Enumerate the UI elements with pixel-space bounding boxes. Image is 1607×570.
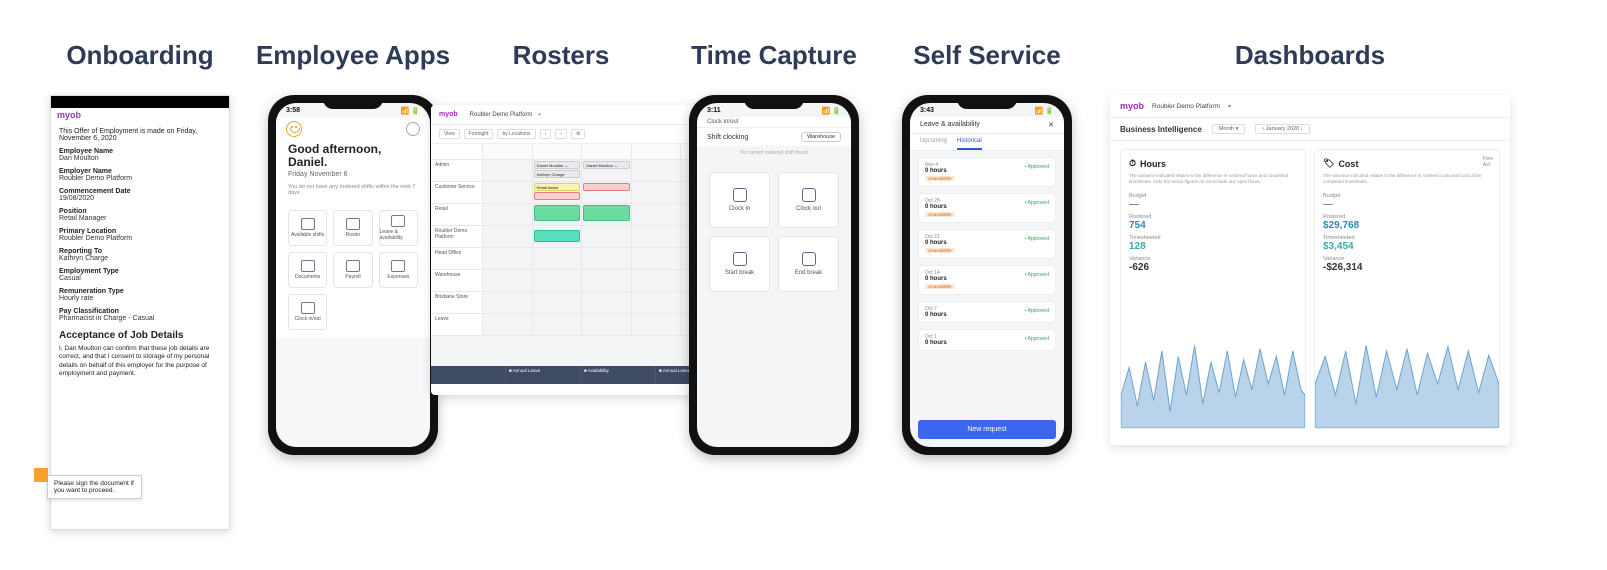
tab-upcoming[interactable]: Upcoming <box>920 134 947 150</box>
list-item[interactable]: Oct 10 hours• Approved <box>918 329 1056 351</box>
list-item[interactable]: Oct 210 hours• ApprovedUnavailable <box>918 229 1056 259</box>
list-item[interactable]: Nov 40 hours• ApprovedUnavailable <box>918 157 1056 187</box>
col-rosters-title: Rosters <box>513 40 610 71</box>
view-select[interactable]: View <box>439 129 460 139</box>
tile-available-shifts[interactable]: Available shifts <box>288 210 327 246</box>
expenses-icon <box>391 260 405 272</box>
tile-clock[interactable]: Clock in/out <box>288 294 327 330</box>
payroll-icon <box>346 260 360 272</box>
tile-leave[interactable]: Leave & availability <box>379 210 418 246</box>
period-select[interactable]: Month ▾ <box>1212 124 1246 134</box>
clock-out-button[interactable]: Clock out <box>778 172 839 228</box>
location-tag[interactable]: Warehouse <box>801 132 841 142</box>
filter-icon[interactable]: ⚙ <box>571 129 585 139</box>
hours-tile: ⏱Hours The variance indicated relates to… <box>1120 149 1306 429</box>
range-select[interactable]: Fortnight <box>464 129 494 139</box>
list-item[interactable]: Oct 140 hours• ApprovedUnavailable <box>918 265 1056 295</box>
myob-logo: myob <box>1120 101 1144 111</box>
tile-expenses[interactable]: Expenses <box>379 252 418 288</box>
signal-icon: 📶 🔋 <box>1035 107 1054 115</box>
col-time-title: Time Capture <box>691 40 857 71</box>
coffee-off-icon <box>802 252 816 266</box>
document-icon <box>301 260 315 272</box>
nav-prev[interactable]: ‹ <box>540 129 552 139</box>
time-phone: 3:11📶 🔋 Clock in/out Shift clockingWareh… <box>689 95 859 455</box>
onboard-intro: This Offer of Employment is made on Frid… <box>59 128 221 142</box>
signal-icon: 📶 🔋 <box>822 107 841 115</box>
start-break-button[interactable]: Start break <box>709 236 770 292</box>
nav-next[interactable]: › <box>555 129 567 139</box>
clock-in-button[interactable]: Clock in <box>709 172 770 228</box>
col-self-title: Self Service <box>913 40 1060 71</box>
cost-tile: ForeAct 🏷Cost The variance indicated rel… <box>1314 149 1500 429</box>
end-break-button[interactable]: End break <box>778 236 839 292</box>
login-icon <box>733 188 747 202</box>
tile-roster[interactable]: Roster <box>333 210 372 246</box>
rosters-card: myob Roubler Demo Platform▾ View Fortnig… <box>431 105 731 395</box>
calendar-icon <box>301 218 315 230</box>
list-item[interactable]: Oct 70 hours• Approved <box>918 301 1056 323</box>
new-request-button[interactable]: New request <box>918 420 1056 439</box>
cost-chart <box>1315 318 1499 428</box>
coffee-icon <box>733 252 747 266</box>
avatar-icon[interactable] <box>406 122 420 136</box>
myob-logo: myob <box>439 111 458 118</box>
col-onboarding-title: Onboarding <box>66 40 213 71</box>
signal-icon: 📶 🔋 <box>401 107 420 115</box>
sign-tooltip: Please sign the document if you want to … <box>47 475 142 499</box>
tile-payroll[interactable]: Payroll <box>333 252 372 288</box>
smile-icon <box>286 121 302 137</box>
hours-chart <box>1121 318 1305 428</box>
accept-heading: Acceptance of Job Details <box>59 330 221 341</box>
col-apps-title: Employee Apps <box>256 40 450 71</box>
accept-text: I, Dan Moulton can confirm that these jo… <box>59 345 221 379</box>
plane-icon <box>391 215 405 227</box>
onboarding-card: myob This Offer of Employment is made on… <box>50 95 230 530</box>
roster-icon <box>346 218 360 230</box>
close-icon[interactable]: ✕ <box>1048 121 1054 129</box>
self-phone: 3:43📶 🔋 Leave & availability✕ Upcoming H… <box>902 95 1072 455</box>
logout-icon <box>802 188 816 202</box>
tile-documents[interactable]: Documents <box>288 252 327 288</box>
tc-title: Shift clocking <box>707 134 748 141</box>
list-item[interactable]: Oct 280 hours• ApprovedUnavailable <box>918 193 1056 223</box>
myob-logo: myob <box>57 110 81 120</box>
dashboard-card: myob Roubler Demo Platform▾ Business Int… <box>1110 95 1510 445</box>
col-dash-title: Dashboards <box>1235 40 1385 71</box>
clock-icon: ⏱ <box>1129 158 1136 169</box>
apps-phone: 3:58📶 🔋 Good afternoon,Daniel. Friday No… <box>268 95 438 455</box>
tag-icon: 🏷 <box>1323 158 1334 169</box>
loc-select[interactable]: by Locations <box>497 129 535 139</box>
clock-icon <box>301 302 315 314</box>
period-nav[interactable]: ‹ January 2020 › <box>1255 124 1309 134</box>
tab-historical[interactable]: Historical <box>957 134 982 150</box>
